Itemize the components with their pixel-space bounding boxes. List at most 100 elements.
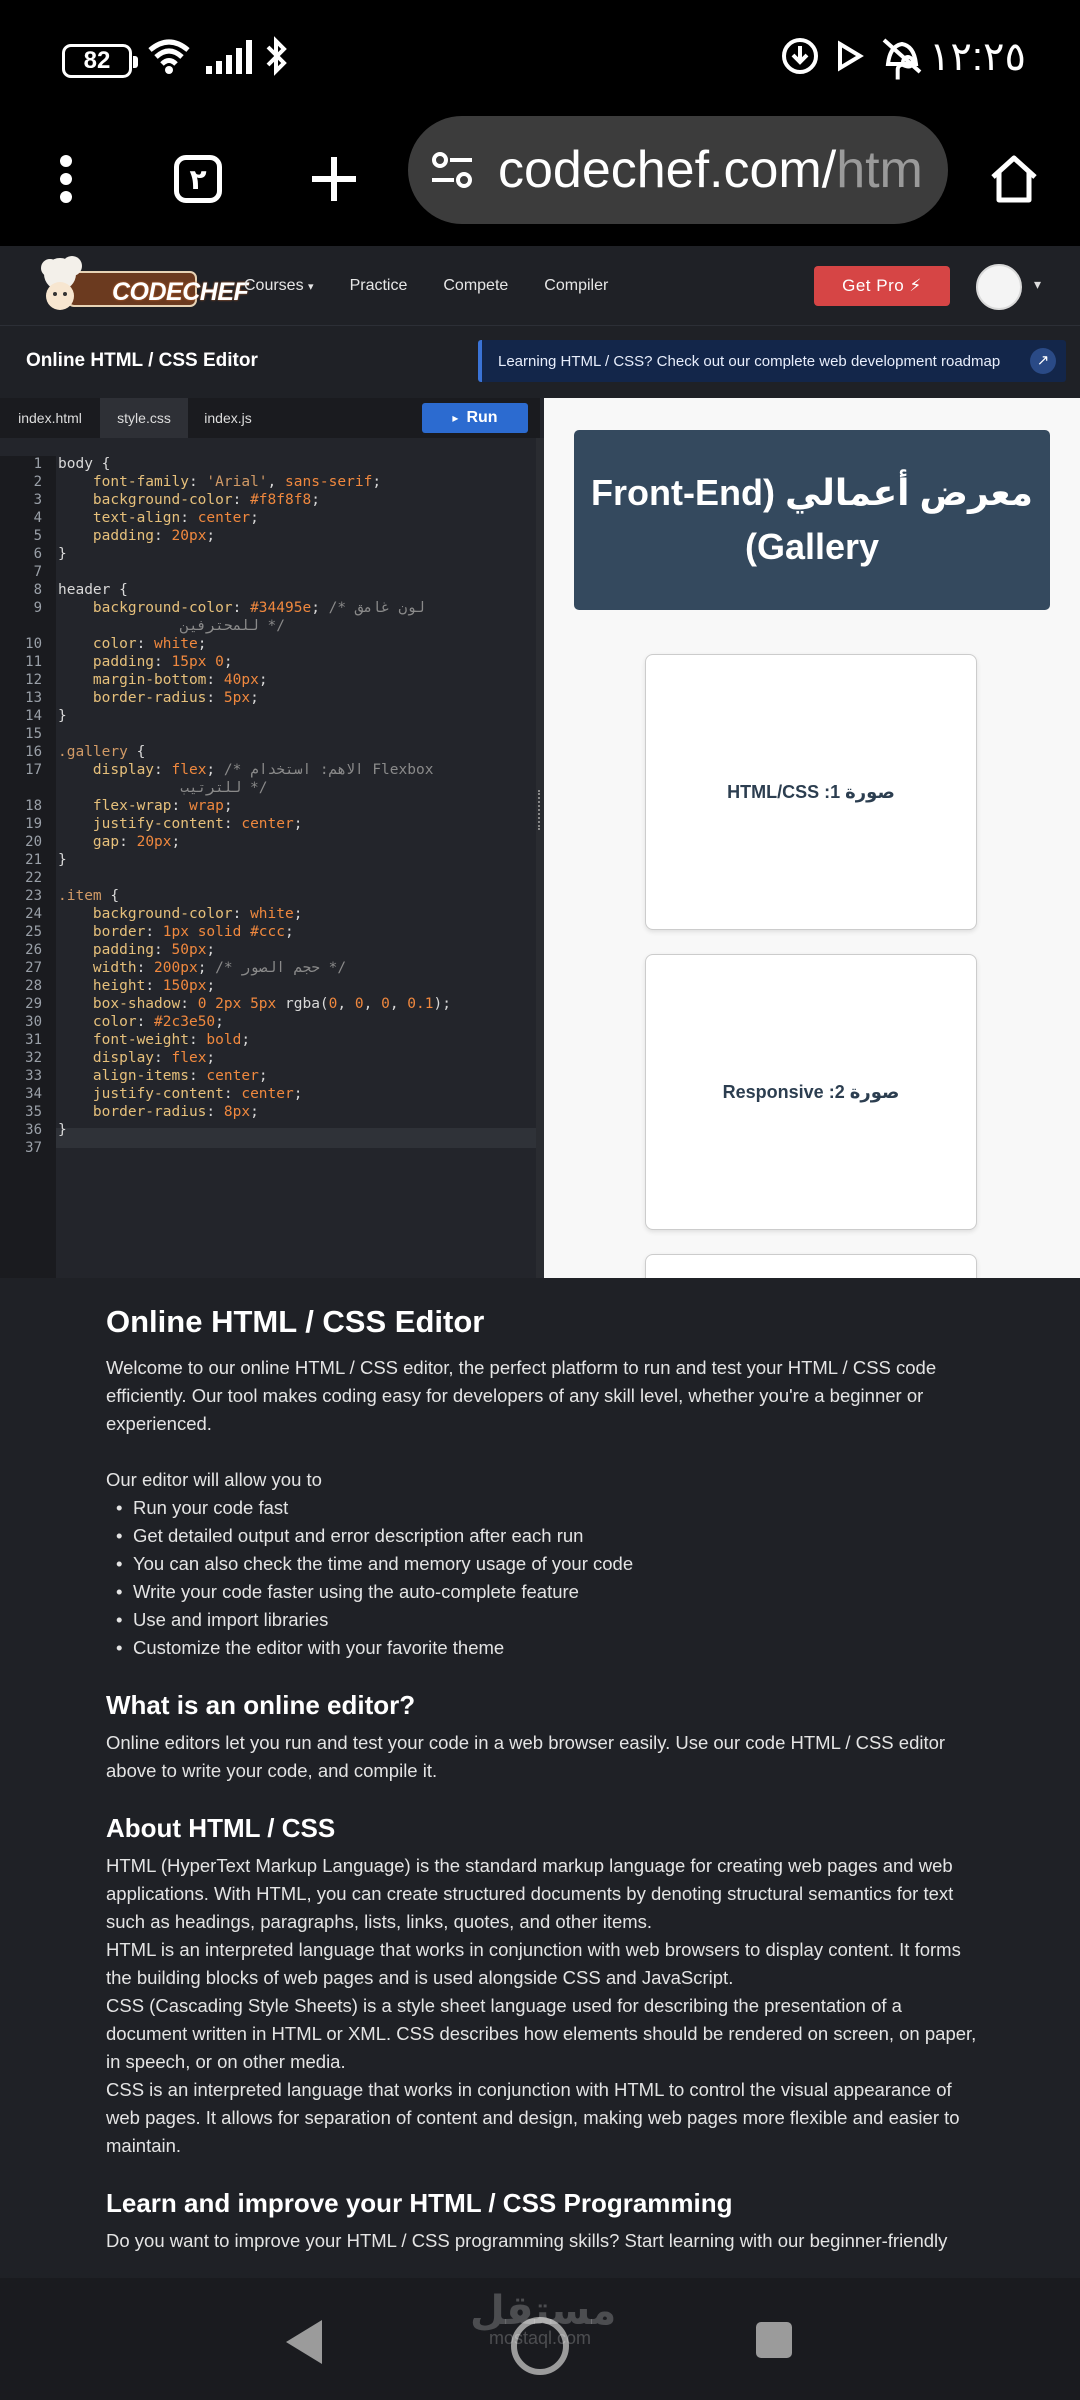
back-icon[interactable] bbox=[282, 2316, 328, 2368]
code-line: للمحترفين */ bbox=[180, 618, 285, 634]
home-icon bbox=[991, 155, 1037, 203]
tab-index-js[interactable]: index.js bbox=[188, 398, 268, 438]
code-line: align-items: center; bbox=[92, 1068, 268, 1084]
battery-indicator: 82 bbox=[62, 44, 138, 78]
output-preview[interactable]: معرض أعمالي (Front-End Gallery) صورة 1: … bbox=[544, 398, 1080, 1278]
roadmap-text: Learning HTML / CSS? Check out our compl… bbox=[498, 352, 1001, 370]
tab-count: ٢ bbox=[174, 155, 222, 203]
code-line: للترتيب */ bbox=[180, 780, 268, 796]
plus-icon bbox=[312, 157, 356, 201]
wifi-icon bbox=[148, 39, 190, 74]
section-heading: About HTML / CSS bbox=[106, 1813, 336, 1843]
nav-compete[interactable]: Compete bbox=[443, 277, 508, 295]
code-editor[interactable]: index.html style.css index.js ▸ Run 1 bod… bbox=[0, 398, 544, 1278]
editor-header: Online HTML / CSS Editor Learning HTML /… bbox=[0, 326, 1080, 398]
tab-switcher-button[interactable]: ٢ bbox=[166, 112, 230, 246]
code-line: border-radius: 5px; bbox=[92, 690, 259, 706]
features-list: Run your code fast Get detailed output a… bbox=[106, 1494, 986, 1662]
roadmap-banner[interactable]: Learning HTML / CSS? Check out our compl… bbox=[478, 340, 1066, 382]
section-text: CSS (Cascading Style Sheets) is a style … bbox=[106, 1995, 977, 2072]
code-line: } bbox=[58, 708, 67, 724]
play-store-icon bbox=[838, 40, 864, 72]
section-text: HTML (HyperText Markup Language) is the … bbox=[106, 1855, 954, 1932]
code-line: background-color: white; bbox=[92, 906, 303, 922]
code-line: height: 150px; bbox=[92, 978, 216, 994]
code-line: color: white; bbox=[92, 636, 207, 652]
code-line: padding: 50px; bbox=[92, 942, 216, 958]
get-pro-button[interactable]: Get Pro ⚡ bbox=[814, 266, 950, 306]
external-link-icon[interactable]: ↗ bbox=[1030, 348, 1056, 374]
code-line: } bbox=[58, 546, 67, 562]
code-line: box-shadow: 0 2px 5px rgba(0, 0, 0, 0.1)… bbox=[92, 996, 451, 1012]
recents-icon[interactable] bbox=[754, 2320, 794, 2360]
new-tab-button[interactable] bbox=[302, 112, 366, 246]
section-text: CSS is an interpreted language that work… bbox=[106, 2079, 960, 2156]
preview-gallery-item: صورة 1: HTML/CSS bbox=[645, 654, 977, 930]
list-item: Get detailed output and error descriptio… bbox=[106, 1522, 986, 1550]
code-line: } bbox=[58, 1122, 67, 1138]
more-vert-icon bbox=[60, 155, 72, 203]
nav-compiler[interactable]: Compiler bbox=[544, 277, 608, 295]
code-line: padding: 15px 0; bbox=[92, 654, 233, 670]
chevron-down-icon: ▾ bbox=[308, 281, 314, 293]
code-line: font-weight: bold; bbox=[92, 1032, 251, 1048]
file-tabs: index.html style.css index.js ▸ Run bbox=[0, 398, 540, 438]
menu-button[interactable] bbox=[34, 112, 98, 246]
list-item: Run your code fast bbox=[106, 1494, 986, 1522]
home-button[interactable] bbox=[982, 112, 1046, 246]
run-button[interactable]: ▸ Run bbox=[422, 403, 528, 433]
code-line: justify-content: center; bbox=[92, 1086, 303, 1102]
current-line-highlight bbox=[56, 1128, 536, 1148]
list-item: Use and import libraries bbox=[106, 1606, 986, 1634]
nav-courses[interactable]: Courses ▾ bbox=[244, 277, 314, 295]
download-icon bbox=[782, 38, 818, 74]
list-item: Customize the editor with your favorite … bbox=[106, 1634, 986, 1662]
article-intro: Welcome to our online HTML / CSS editor,… bbox=[106, 1357, 937, 1434]
section-heading: What is an online editor? bbox=[106, 1690, 416, 1720]
section-heading: Learn and improve your HTML / CSS Progra… bbox=[106, 2188, 733, 2218]
section-text: Do you want to improve your HTML / CSS p… bbox=[106, 2230, 948, 2251]
system-nav-bar: مستقل mostaql.com bbox=[0, 2278, 1080, 2400]
code-line: flex-wrap: wrap; bbox=[92, 798, 233, 814]
article: Online HTML / CSS Editor Welcome to our … bbox=[0, 1278, 1080, 2278]
code-line: width: 200px; /* حجم الصور */ bbox=[92, 960, 347, 976]
url-text: codechef.com/htm bbox=[498, 141, 923, 199]
address-bar[interactable]: codechef.com/htm bbox=[408, 116, 948, 224]
tab-index-html[interactable]: index.html bbox=[0, 398, 100, 438]
code-line: background-color: #34495e; /* لون غامق bbox=[92, 600, 425, 616]
avatar[interactable] bbox=[976, 264, 1022, 310]
code-line: display: flex; /* الاهم: استخدام Flexbox bbox=[92, 762, 434, 778]
section-text: HTML is an interpreted language that wor… bbox=[106, 1939, 961, 1988]
code-line: border-radius: 8px; bbox=[92, 1104, 259, 1120]
code-line: .gallery { bbox=[58, 744, 146, 760]
preview-header: معرض أعمالي (Front-End Gallery) bbox=[574, 430, 1050, 610]
signal-icon bbox=[206, 40, 252, 74]
code-line: header { bbox=[58, 582, 128, 598]
code-line: color: #2c3e50; bbox=[92, 1014, 224, 1030]
code-line: padding: 20px; bbox=[92, 528, 216, 544]
article-title: Online HTML / CSS Editor bbox=[106, 1304, 485, 1339]
codechef-logo[interactable]: CODECHEF bbox=[36, 254, 249, 316]
code-line: gap: 20px; bbox=[92, 834, 181, 850]
status-bar: 82 ١٢:٢٥ م bbox=[0, 0, 1080, 112]
site-settings-icon[interactable] bbox=[430, 148, 474, 192]
code-line: background-color: #f8f8f8; bbox=[92, 492, 320, 508]
code-line: margin-bottom: 40px; bbox=[92, 672, 268, 688]
preview-gallery-item bbox=[645, 1254, 977, 1278]
list-item: You can also check the time and memory u… bbox=[106, 1550, 986, 1578]
features-intro: Our editor will allow you to bbox=[106, 1469, 322, 1490]
nav-practice[interactable]: Practice bbox=[350, 277, 408, 295]
logo-text: CODECHEF bbox=[112, 278, 249, 306]
preview-gallery-item: صورة 2: Responsive bbox=[645, 954, 977, 1230]
code-line: } bbox=[58, 852, 67, 868]
chevron-down-icon[interactable]: ▾ bbox=[1034, 276, 1041, 293]
editor-title: Online HTML / CSS Editor bbox=[26, 350, 258, 371]
code-line: body { bbox=[58, 456, 111, 472]
list-item: Write your code faster using the auto-co… bbox=[106, 1578, 986, 1606]
code-line: justify-content: center; bbox=[92, 816, 303, 832]
section-text: Online editors let you run and test your… bbox=[106, 1732, 946, 1781]
code-line: text-align: center; bbox=[92, 510, 259, 526]
tab-style-css[interactable]: style.css bbox=[100, 398, 188, 438]
code-area[interactable]: 1 body { 2 font-family: 'Arial', sans-se… bbox=[0, 456, 540, 1278]
browser-toolbar: ٢ codechef.com/htm bbox=[0, 112, 1080, 246]
